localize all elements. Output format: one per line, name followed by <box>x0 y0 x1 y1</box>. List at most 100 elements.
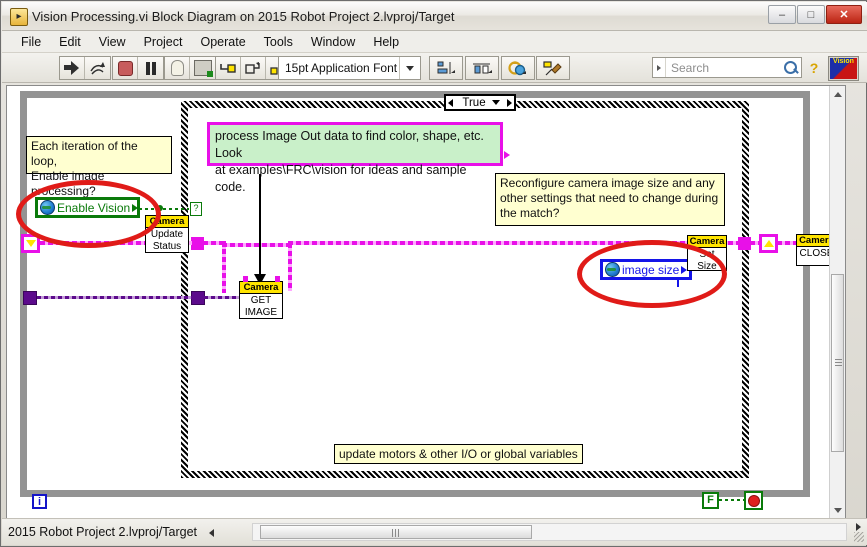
vision-palette-button[interactable]: Vision <box>828 56 859 81</box>
vertical-scrollbar[interactable] <box>829 86 845 518</box>
scroll-up-button[interactable] <box>830 86 845 102</box>
shift-register-glyph-icon <box>764 240 774 247</box>
horizontal-scrollbar[interactable] <box>252 523 847 541</box>
chevron-up-icon <box>834 92 842 97</box>
subvi-line-1: GET <box>240 294 282 306</box>
subvi-camera-get-image[interactable]: Camera GET IMAGE <box>239 281 283 319</box>
step-over-button[interactable] <box>241 57 266 79</box>
error-tunnel-left[interactable] <box>23 291 37 305</box>
debug-group <box>164 56 216 80</box>
cleanup-group <box>536 56 570 80</box>
menu-item-project[interactable]: Project <box>135 33 192 51</box>
window-title: Vision Processing.vi Block Diagram on 20… <box>32 8 454 26</box>
status-bar: 2015 Robot Project 2.lvproj/Target <box>2 518 867 545</box>
reorder-group <box>501 56 535 80</box>
comment-process-image[interactable]: process Image Out data to find color, sh… <box>207 122 503 166</box>
align-objects-button[interactable] <box>430 57 462 79</box>
comment-reconfigure[interactable]: Reconfigure camera image size and any ot… <box>495 173 725 226</box>
chevron-down-icon[interactable] <box>399 57 420 79</box>
comment-enable-processing[interactable]: Each iteration of the loop, Enable image… <box>26 136 172 174</box>
shift-register-glyph-icon <box>26 240 36 247</box>
subvi-terminal-left-icon <box>243 276 248 282</box>
horizontal-scroll-thumb[interactable] <box>260 525 532 539</box>
menu-item-operate[interactable]: Operate <box>191 33 254 51</box>
case-selector[interactable]: True <box>444 94 516 111</box>
right-arrow-icon[interactable] <box>856 523 861 531</box>
toolbar: 15pt Application Font Search <box>2 53 867 83</box>
highlight-enable-vision <box>16 180 161 248</box>
comment-text: update motors & other I/O or global vari… <box>339 447 578 462</box>
stop-conditional-terminal-icon <box>748 495 760 507</box>
diagram-surface[interactable]: True Each iteration of the loop, Enable … <box>7 86 831 504</box>
resize-grip-icon[interactable] <box>854 532 864 542</box>
comment-line-3: the match? <box>500 206 720 221</box>
wire-error-left[interactable] <box>37 296 192 299</box>
chevron-down-icon[interactable] <box>492 100 500 105</box>
wire-image-down2[interactable] <box>288 243 292 291</box>
search-dropdown-icon[interactable] <box>653 58 666 77</box>
search-input[interactable]: Search <box>652 57 802 78</box>
distribute-group <box>465 56 499 80</box>
comment-update-motors[interactable]: update motors & other I/O or global vari… <box>334 444 583 464</box>
menu-item-window[interactable]: Window <box>302 33 364 51</box>
align-group <box>429 56 463 80</box>
retain-wire-values-button[interactable] <box>190 57 215 79</box>
minimize-button[interactable]: – <box>768 5 796 24</box>
left-arrow-icon[interactable] <box>209 529 214 537</box>
loop-iteration-terminal[interactable]: i <box>32 494 47 509</box>
clean-up-diagram-button[interactable] <box>537 57 569 79</box>
subvi-terminal-right-icon <box>275 276 280 282</box>
comment-anchor-icon <box>504 151 510 159</box>
abort-pause-group <box>112 56 164 80</box>
menu-item-file[interactable]: File <box>12 33 50 51</box>
subvi-line-2: Status <box>146 240 188 252</box>
subvi-header: Camera <box>240 282 282 294</box>
block-diagram-canvas[interactable]: True Each iteration of the loop, Enable … <box>6 85 846 519</box>
run-button[interactable] <box>60 57 85 79</box>
menu-item-view[interactable]: View <box>90 33 135 51</box>
close-button[interactable]: ✕ <box>826 5 862 24</box>
boolean-false-constant[interactable]: F <box>702 492 719 509</box>
magnifier-icon[interactable] <box>781 57 801 78</box>
labview-vi-icon: ▸ <box>10 8 28 26</box>
chevron-down-icon <box>834 508 842 513</box>
vertical-scroll-thumb[interactable] <box>831 274 844 452</box>
font-selector-label: 15pt Application Font <box>279 61 399 75</box>
wire-image-down-to-getimage[interactable] <box>222 241 226 293</box>
error-tunnel-case[interactable] <box>191 291 205 305</box>
step-into-button[interactable] <box>216 57 241 79</box>
wire-image-to-shiftreg[interactable] <box>750 241 762 245</box>
menu-item-tools[interactable]: Tools <box>255 33 302 51</box>
maximize-button[interactable]: □ <box>797 5 825 24</box>
highlight-execution-button[interactable] <box>165 57 190 79</box>
wire-image-seg2[interactable] <box>222 243 292 247</box>
labview-block-diagram-window: ▸ Vision Processing.vi Block Diagram on … <box>0 0 867 547</box>
wire-image-seg1[interactable] <box>203 241 224 245</box>
menu-item-help[interactable]: Help <box>364 33 408 51</box>
comment-line-2: at examples\FRC\vision for ideas and sam… <box>215 162 495 196</box>
wire-false-to-stop[interactable] <box>719 499 744 501</box>
left-arrow-icon[interactable] <box>448 99 453 107</box>
menu-item-edit[interactable]: Edit <box>50 33 90 51</box>
case-selector-value: True <box>456 97 492 109</box>
vision-button-label: Vision <box>830 58 857 66</box>
window-controls: – □ ✕ <box>768 5 862 24</box>
right-arrow-icon[interactable] <box>507 99 512 107</box>
abort-execution-button[interactable] <box>113 57 138 79</box>
font-selector[interactable]: 15pt Application Font <box>278 56 421 80</box>
pause-button[interactable] <box>138 57 163 79</box>
distribute-objects-button[interactable] <box>466 57 498 79</box>
comment-line-1: process Image Out data to find color, sh… <box>215 128 495 162</box>
subvi-line-2: IMAGE <box>240 306 282 318</box>
scroll-down-button[interactable] <box>830 502 845 518</box>
run-continuously-button[interactable] <box>85 57 110 79</box>
loop-conditional-terminal[interactable] <box>744 491 763 510</box>
reorder-objects-button[interactable] <box>502 57 534 79</box>
run-controls-group <box>59 56 111 80</box>
context-help-icon[interactable]: ? <box>804 57 824 78</box>
search-placeholder-text: Search <box>666 61 781 75</box>
case-selector-tunnel[interactable]: ? <box>190 202 202 216</box>
comment-line-2: other settings that need to change durin… <box>500 191 720 206</box>
status-bar-path: 2015 Robot Project 2.lvproj/Target <box>8 523 197 541</box>
highlight-image-size <box>577 240 727 308</box>
